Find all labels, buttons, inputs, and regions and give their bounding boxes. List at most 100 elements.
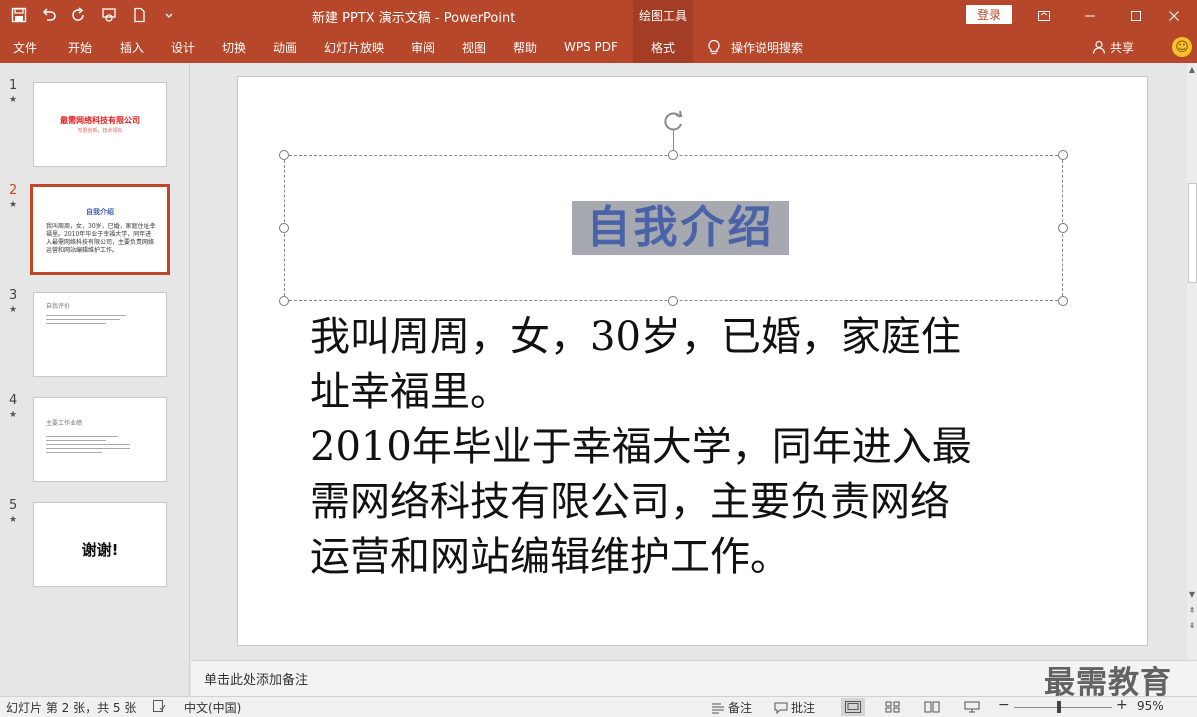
tab-transitions[interactable]: 切换 [222, 31, 246, 63]
body-line: 运营和网站编辑维护工作。 [310, 534, 790, 580]
tab-slideshow[interactable]: 幻灯片放映 [324, 31, 384, 63]
notes-toggle-button[interactable]: 备注 [711, 699, 752, 716]
body-line: 我叫周周，女，30岁，已婚，家庭住 [310, 314, 961, 360]
slideshow-view-button[interactable] [960, 698, 984, 716]
normal-view-button[interactable] [841, 698, 865, 716]
rotate-handle-icon[interactable] [662, 109, 686, 133]
window-title: 新建 PPTX 演示文稿 - PowerPoint [312, 11, 516, 26]
thumbnail-text-line [46, 444, 130, 445]
thumbnail-title: 谢谢! [81, 541, 119, 559]
thumbnail-title: 自我介绍 [86, 208, 114, 216]
close-button[interactable] [1151, 0, 1197, 31]
zoom-slider-knob[interactable] [1057, 701, 1061, 713]
scrollbar-thumb[interactable] [1188, 183, 1197, 283]
slide-thumbnail-2[interactable]: 自我介绍 我叫周周，女，30岁，已婚，家庭住址幸福里。2010年毕业于幸福大学，… [30, 184, 170, 275]
thumbnail-title: 最需网络科技有限公司 [60, 116, 140, 125]
drawing-tools-context-label: 绘图工具 [633, 0, 693, 31]
animation-star-icon: ★ [9, 410, 18, 420]
thumbnail-text-line [46, 436, 118, 437]
slide-title[interactable]: 自我介绍 [572, 201, 789, 255]
minimize-button[interactable] [1067, 0, 1113, 31]
slide-thumbnail-1[interactable]: 最需网络科技有限公司 无限创新，技术领先 [33, 82, 167, 167]
animation-star-icon: ★ [9, 200, 18, 210]
spell-check-icon[interactable] [152, 699, 166, 713]
tab-home[interactable]: 开始 [68, 31, 92, 63]
resize-handle[interactable] [279, 223, 289, 233]
slide-sorter-icon [885, 701, 900, 713]
thumbnail-text-line [46, 315, 126, 316]
resize-handle[interactable] [668, 296, 678, 306]
redo-icon [72, 7, 84, 21]
tab-design[interactable]: 设计 [171, 31, 195, 63]
new-document-icon [134, 7, 145, 23]
slide-thumbnail-4[interactable]: 主要工作业绩 [33, 397, 167, 482]
ribbon-tab-bar: 文件 开始 插入 设计 切换 动画 幻灯片放映 审阅 视图 帮助 WPS PDF… [0, 31, 1197, 63]
slide-number: 5 [9, 498, 18, 513]
tab-insert[interactable]: 插入 [120, 31, 144, 63]
customize-qat-button[interactable] [156, 4, 182, 26]
previous-slide-icon[interactable]: ⇞ [1187, 606, 1197, 616]
thumbnail-text-line [46, 452, 102, 453]
tab-format[interactable]: 格式 [633, 31, 693, 63]
slide-thumbnail-3[interactable]: 自我评价 [33, 292, 167, 377]
resize-handle[interactable] [279, 150, 289, 160]
close-icon [1169, 10, 1179, 21]
tell-me-search[interactable]: 操作说明搜索 [707, 31, 803, 63]
slideshow-icon [964, 701, 980, 713]
slide-count-status: 幻灯片 第 2 张，共 5 张 [6, 701, 137, 715]
save-button[interactable] [6, 4, 32, 26]
vertical-scrollbar[interactable]: ▲ ▼ ⇞ ⇟ [1187, 63, 1197, 660]
animation-star-icon: ★ [9, 515, 18, 525]
tab-review[interactable]: 审阅 [411, 31, 435, 63]
slide-thumbnail-5[interactable]: 谢谢! [33, 502, 167, 587]
slide-thumbnail-pane: 1 ★ 最需网络科技有限公司 无限创新，技术领先 2 ★ 自我介绍 我叫周周，女… [0, 63, 190, 696]
notes-icon [712, 703, 724, 713]
thumbnail-title: 主要工作业绩 [46, 420, 83, 427]
language-status[interactable]: 中文(中国) [184, 699, 241, 716]
new-file-button[interactable] [126, 4, 152, 26]
tab-animations[interactable]: 动画 [273, 31, 297, 63]
tab-help[interactable]: 帮助 [513, 31, 537, 63]
thumbnail-text-line [46, 440, 106, 441]
share-button[interactable]: 共享 [1092, 31, 1134, 63]
thumbnail-title: 自我评价 [46, 303, 71, 310]
slide-body-text[interactable]: 我叫周周，女，30岁，已婚，家庭住 址幸福里。 2010年毕业于幸福大学，同年进… [310, 310, 1050, 585]
resize-handle[interactable] [1058, 223, 1068, 233]
slide-number: 3 [9, 288, 18, 303]
zoom-out-button[interactable]: − [998, 697, 1010, 713]
save-icon [11, 7, 27, 23]
resize-handle[interactable] [1058, 150, 1068, 160]
undo-button[interactable] [36, 4, 62, 26]
zoom-in-button[interactable]: + [1116, 697, 1128, 713]
thumbnail-text-line [46, 323, 106, 324]
redo-button[interactable] [66, 4, 92, 26]
body-line: 2010年毕业于幸福大学，同年进入最 [310, 424, 972, 470]
scroll-down-icon[interactable]: ▼ [1187, 590, 1197, 600]
resize-handle[interactable] [279, 296, 289, 306]
title-bar: 新建 PPTX 演示文稿 - PowerPoint 绘图工具 登录 [0, 0, 1197, 31]
scroll-up-icon[interactable]: ▲ [1187, 65, 1197, 75]
next-slide-icon[interactable]: ⇟ [1187, 621, 1197, 631]
feedback-smiley-icon[interactable]: ☺ [1172, 37, 1192, 57]
notes-placeholder: 单击此处添加备注 [204, 673, 309, 688]
slideshow-from-start-button[interactable] [96, 4, 122, 26]
comments-label: 批注 [791, 701, 816, 715]
resize-handle[interactable] [1058, 296, 1068, 306]
slide-sorter-view-button[interactable] [881, 698, 905, 716]
reading-view-icon [924, 701, 940, 713]
animation-star-icon: ★ [9, 305, 18, 315]
tab-wps-pdf[interactable]: WPS PDF [564, 31, 618, 63]
tab-file[interactable]: 文件 [13, 31, 37, 63]
normal-view-icon [845, 701, 861, 713]
login-button[interactable]: 登录 [966, 5, 1012, 24]
zoom-level[interactable]: 95% [1137, 699, 1164, 713]
reading-view-button[interactable] [920, 698, 944, 716]
zoom-slider-track[interactable] [1014, 707, 1112, 708]
thumbnail-text-line [46, 448, 130, 449]
undo-icon [42, 8, 56, 21]
comments-toggle-button[interactable]: 批注 [774, 699, 815, 716]
thumbnail-text-line [46, 319, 120, 320]
resize-handle[interactable] [668, 150, 678, 160]
tab-view[interactable]: 视图 [462, 31, 486, 63]
ribbon-display-options-button[interactable] [1021, 0, 1067, 31]
